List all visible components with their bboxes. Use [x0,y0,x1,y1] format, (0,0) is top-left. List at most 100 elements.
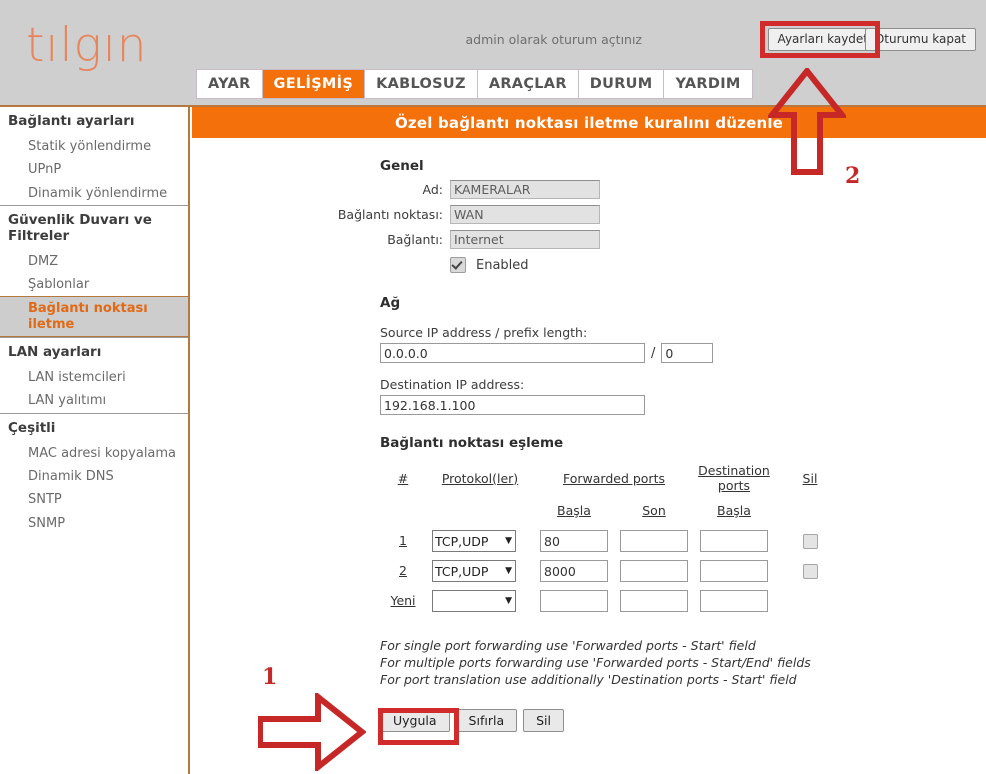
th-delete: Sil [802,470,818,486]
enabled-row[interactable]: Enabled [450,257,986,273]
reset-button[interactable]: Sıfırla [455,708,518,732]
general-field-input[interactable] [450,230,600,249]
general-field-label: Bağlantı noktası: [337,207,443,222]
help-text-line: For port translation use additionally 'D… [380,671,797,687]
forwarded-end-input[interactable] [620,560,688,582]
row-index-link[interactable]: 2 [399,563,407,578]
enabled-checkbox[interactable] [450,257,466,273]
th-sub-blank-3 [774,503,846,526]
sidebar-item-ba-lant-noktas-iletme[interactable]: Bağlantı noktası iletme [0,296,188,338]
destination-start-input[interactable] [700,590,768,612]
brand-logo: tılgın [26,18,148,73]
page-banner: Özel bağlantı noktası iletme kuralını dü… [192,107,986,138]
th-destination-start: Başla [717,503,751,518]
save-settings-button[interactable]: Ayarları kaydet [767,28,878,51]
forwarded-start-input[interactable] [540,530,608,552]
sidebar-item-mac-adresi-kopyalama[interactable]: MAC adresi kopyalama [0,442,188,465]
nav-tab-durum[interactable]: DURUM [578,70,665,98]
sidebar-group: Bağlantı ayarları Statik yönlendirme UPnP D… [0,107,188,206]
destination-start-input[interactable] [700,530,768,552]
edit-rule-form: Genel Ad: Bağlantı noktası: Bağlantı: Enab… [192,138,986,732]
source-ip-label: Source IP address / prefix length: [380,325,588,340]
sidebar-item-statik-y-nlendirme[interactable]: Statik yönlendirme [0,135,188,158]
source-ip-row: / [380,343,986,363]
annotation-arrow-up-icon [768,68,846,175]
th-forwarded-end: Son [642,503,666,518]
port-mapping-head: # Protokol(ler) Forwarded ports Destinat… [380,463,846,526]
table-row: Yeni ▼ [380,586,846,616]
annotation-arrow-right-icon [258,693,366,771]
row-index-link[interactable]: 1 [399,533,407,548]
content-area: Özel bağlantı noktası iletme kuralını dü… [192,107,986,774]
forwarded-start-input[interactable] [540,560,608,582]
destination-start-input[interactable] [700,560,768,582]
destination-ip-input[interactable] [380,395,645,415]
protocol-select[interactable]: ▼ [432,590,516,612]
forwarded-start-input[interactable] [540,590,608,612]
nav-tab-kablosuz[interactable]: KABLOSUZ [365,70,478,98]
prefix-length-input[interactable] [661,343,714,363]
sidebar-item-snmp[interactable]: SNMP [0,512,188,535]
sidebar-item-sntp[interactable]: SNTP [0,488,188,511]
page-title: Özel bağlantı noktası iletme kuralını dü… [394,113,784,132]
sidebar-item-lan-yal-t-m[interactable]: LAN yalıtımı [0,389,188,412]
delete-row-checkbox[interactable] [802,563,818,579]
th-index: # [397,470,409,486]
forwarded-end-input[interactable] [620,590,688,612]
port-mapping-body: 1 TCP,UDP ▼ 2 TCP,UDP ▼ Yeni ▼ [380,526,846,616]
section-title-general: Genel [380,158,424,174]
destination-ip-label: Destination IP address: [380,377,525,392]
general-field-row: Bağlantı noktası: [192,205,986,224]
general-field-row: Ad: [192,180,986,199]
delete-row-checkbox[interactable] [802,533,818,549]
sidebar-group: Güvenlik Duvarı ve Filtreler DMZ Şablonlar… [0,206,188,339]
sidebar-item-upnp[interactable]: UPnP [0,158,188,181]
destination-ip-row [380,395,986,415]
forwarded-end-input[interactable] [620,530,688,552]
help-text-line: For multiple ports forwarding use 'Forwa… [380,654,811,670]
prefix-separator: / [651,345,656,361]
enabled-label: Enabled [476,257,529,273]
th-sub-blank-2 [426,503,534,526]
protocol-select[interactable]: TCP,UDP ▼ [432,560,516,582]
general-field-input[interactable] [450,180,600,199]
port-mapping-table: # Protokol(ler) Forwarded ports Destinat… [380,463,846,616]
row-index-link[interactable]: Yeni [390,593,415,608]
sidebar-nav[interactable]: Bağlantı ayarları Statik yönlendirme UPnP D… [0,107,190,774]
th-sub-blank-1 [380,503,426,526]
sidebar-item-lan-istemcileri[interactable]: LAN istemcileri [0,366,188,389]
sidebar-item-ablonlar[interactable]: Şablonlar [0,273,188,296]
sidebar-item-dmz[interactable]: DMZ [0,250,188,273]
sidebar-item-dinamik-dns[interactable]: Dinamik DNS [0,465,188,488]
general-fields: Ad: Bağlantı noktası: Bağlantı: [192,180,986,249]
form-actions: Uygula Sıfırla Sil [380,708,986,732]
th-forwarded-ports: Forwarded ports [562,470,665,486]
section-title-port-mapping: Bağlantı noktası eşleme [380,435,564,451]
annotation-number-1: 1 [262,664,278,690]
logout-button[interactable]: Oturumu kapat [864,28,976,51]
main-nav-tabs[interactable]: AYAR GELİŞMİŞ KABLOSUZ ARAÇLAR DURUM YARDIM [196,69,753,99]
th-protocol: Protokol(ler) [441,470,519,486]
session-status-text: admin olarak oturum açtınız [465,32,642,47]
delete-button[interactable]: Sil [523,708,564,732]
general-field-input[interactable] [450,205,600,224]
th-forwarded-start: Başla [557,503,591,518]
protocol-select[interactable]: TCP,UDP ▼ [432,530,516,552]
chevron-down-icon: ▼ [505,536,512,546]
nav-tab-geli--mi--[interactable]: GELİŞMİŞ [262,70,366,98]
sidebar-group-heading: Çeşitli [8,419,56,436]
nav-tab-ara-lar[interactable]: ARAÇLAR [477,70,579,98]
apply-button[interactable]: Uygula [380,708,450,732]
general-field-row: Bağlantı: [192,230,986,249]
source-ip-input[interactable] [380,343,645,363]
sidebar-group-heading: Bağlantı ayarları [8,113,135,129]
sidebar-item-dinamik-y-nlendirme[interactable]: Dinamik yönlendirme [0,182,188,205]
th-destination-ports: Destination ports [698,463,770,493]
protocol-select-value: TCP,UDP [435,563,489,579]
chevron-down-icon: ▼ [505,596,512,606]
nav-tab-ayar[interactable]: AYAR [197,70,263,98]
section-title-network: Ağ [380,295,401,311]
table-header-row-sub: Başla Son Başla [380,503,846,526]
nav-tab-yardim[interactable]: YARDIM [664,70,752,98]
help-text-line: For single port forwarding use 'Forwarde… [380,638,756,653]
